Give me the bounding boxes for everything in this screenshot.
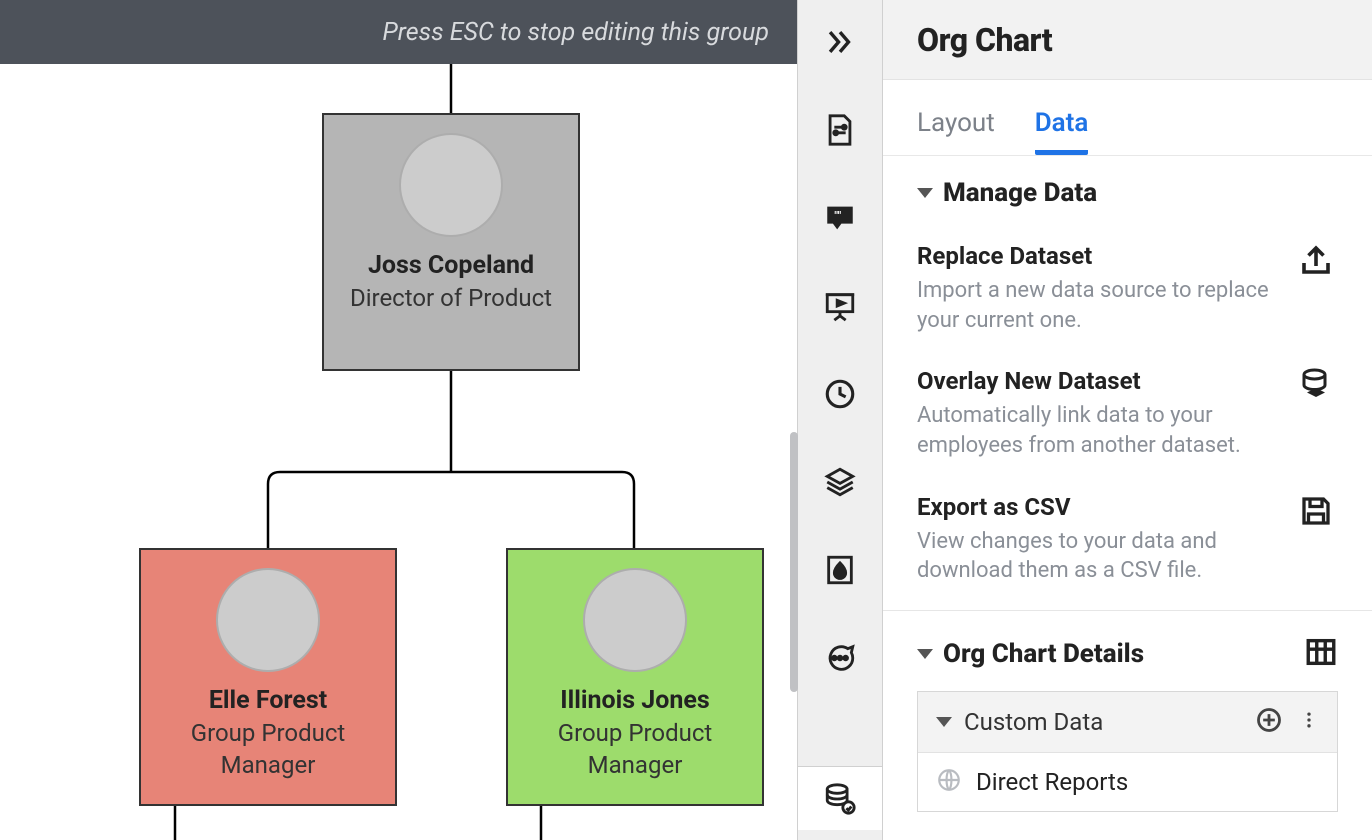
org-node-root[interactable]: Joss Copeland Director of Product: [322, 113, 580, 371]
data-link-icon[interactable]: [798, 766, 882, 830]
caret-down-icon: [917, 649, 933, 659]
layers-icon[interactable]: [820, 462, 860, 502]
document-settings-icon[interactable]: [820, 110, 860, 150]
node-name: Elle Forest: [209, 686, 327, 715]
database-layers-icon: [1298, 367, 1338, 407]
caret-down-icon: [917, 188, 933, 198]
org-chart-details-section: Org Chart Details Custom Data: [883, 611, 1372, 812]
manage-data-section: Manage Data Replace Dataset Import a new…: [883, 156, 1372, 602]
save-disk-icon: [1298, 493, 1338, 533]
action-desc: Automatically link data to your employee…: [917, 401, 1277, 460]
custom-data-box: Custom Data Direct Reports: [917, 691, 1338, 812]
panel-tabs: Layout Data: [883, 80, 1372, 156]
avatar: [216, 568, 320, 672]
org-node-left[interactable]: Elle Forest Group Product Manager: [139, 548, 397, 806]
node-title: Director of Product: [350, 282, 552, 314]
org-node-right[interactable]: Illinois Jones Group Product Manager: [506, 548, 764, 806]
editing-hint-bar: Press ESC to stop editing this group: [0, 0, 797, 64]
tab-data[interactable]: Data: [1035, 108, 1089, 155]
diagram-canvas[interactable]: Press ESC to stop editing this group Jos…: [0, 0, 797, 840]
svg-text:"": "": [834, 208, 841, 222]
right-panel: Org Chart Layout Data Manage Data Replac…: [883, 0, 1372, 840]
action-title: Replace Dataset: [917, 242, 1277, 270]
overlay-dataset-action[interactable]: Overlay New Dataset Automatically link d…: [917, 351, 1338, 476]
history-clock-icon[interactable]: [820, 374, 860, 414]
collapse-panel-icon[interactable]: [820, 22, 860, 62]
action-desc: View changes to your data and download t…: [917, 527, 1277, 586]
node-name: Illinois Jones: [560, 686, 709, 715]
direct-reports-row[interactable]: Direct Reports: [918, 752, 1337, 811]
custom-data-toggle[interactable]: Custom Data: [936, 708, 1103, 736]
export-csv-action[interactable]: Export as CSV View changes to your data …: [917, 477, 1338, 602]
caret-down-icon: [936, 717, 952, 727]
direct-reports-label: Direct Reports: [976, 768, 1128, 796]
globe-icon: [936, 767, 962, 797]
node-title: Group Product Manager: [141, 717, 395, 782]
manage-data-title: Manage Data: [943, 178, 1097, 208]
more-options-icon[interactable]: [1299, 706, 1319, 738]
node-name: Joss Copeland: [368, 251, 534, 280]
avatar: [583, 568, 687, 672]
quote-tooltip-icon[interactable]: "": [820, 198, 860, 238]
canvas-scrollbar[interactable]: [790, 432, 798, 692]
panel-header: Org Chart: [883, 0, 1372, 80]
tab-layout[interactable]: Layout: [917, 108, 995, 155]
upload-icon: [1298, 242, 1338, 282]
presentation-icon[interactable]: [820, 286, 860, 326]
add-custom-field-icon[interactable]: [1255, 706, 1283, 738]
side-icon-rail: "": [797, 0, 883, 840]
avatar: [399, 133, 503, 237]
editing-hint-text: Press ESC to stop editing this group: [382, 18, 769, 47]
panel-title: Org Chart: [917, 21, 1052, 59]
comments-icon[interactable]: [820, 638, 860, 678]
details-title: Org Chart Details: [943, 639, 1144, 669]
action-desc: Import a new data source to replace your…: [917, 276, 1277, 335]
action-title: Export as CSV: [917, 493, 1277, 521]
custom-data-label: Custom Data: [964, 708, 1103, 736]
replace-dataset-action[interactable]: Replace Dataset Import a new data source…: [917, 226, 1338, 351]
action-title: Overlay New Dataset: [917, 367, 1277, 395]
node-title: Group Product Manager: [508, 717, 762, 782]
ink-drop-icon[interactable]: [820, 550, 860, 590]
table-columns-icon[interactable]: [1304, 635, 1338, 673]
manage-data-header[interactable]: Manage Data: [917, 178, 1338, 208]
details-header[interactable]: Org Chart Details: [917, 639, 1144, 669]
